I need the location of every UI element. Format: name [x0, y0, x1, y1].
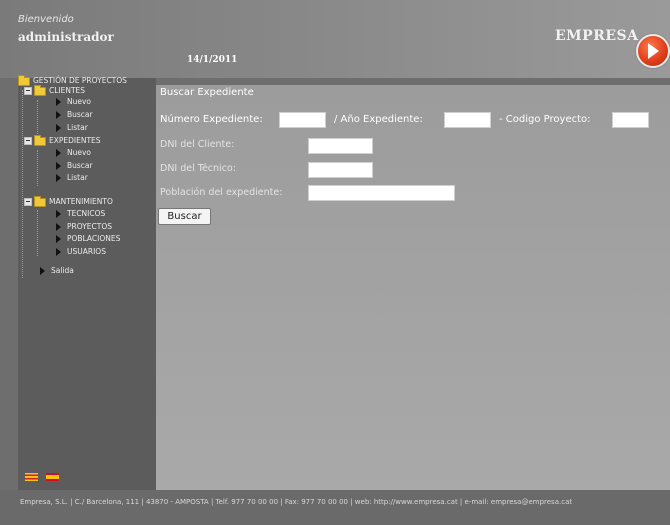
sidebar-item-poblaciones[interactable]: POBLACIONES — [56, 234, 120, 244]
sidebar-item-tecnicos[interactable]: TECNICOS — [56, 209, 105, 219]
arrow-right-icon — [56, 223, 61, 231]
codigo-proyecto-input[interactable] — [612, 112, 649, 128]
arrow-right-icon — [56, 111, 61, 119]
arrow-right-icon — [56, 174, 61, 182]
catalan-flag-icon[interactable] — [25, 473, 38, 481]
current-date: 14/1/2011 — [187, 55, 238, 65]
main-content: Buscar Expediente Número Expediente: / A… — [156, 85, 670, 490]
sidebar-item-label: EXPEDIENTES — [49, 136, 101, 145]
spanish-flag-icon[interactable] — [46, 473, 59, 481]
footer-text: Empresa, S.L. | C./ Barcelona, 111 | 438… — [20, 498, 573, 506]
tree-line — [37, 150, 38, 186]
sidebar-item-label: Listar — [67, 173, 88, 182]
sidebar-item-expedientes[interactable]: EXPEDIENTES — [24, 134, 101, 146]
tree-line — [22, 90, 23, 278]
collapse-icon[interactable] — [24, 87, 32, 95]
sidebar-item-label: Nuevo — [67, 97, 92, 106]
sidebar-item-label: Buscar — [67, 161, 93, 170]
sidebar-item-clientes[interactable]: CLIENTES — [24, 84, 86, 96]
sidebar-item-expedientes-nuevo[interactable]: Nuevo — [56, 148, 91, 158]
sidebar-item-expedientes-listar[interactable]: Listar — [56, 173, 88, 183]
page-title: Buscar Expediente — [160, 87, 254, 98]
sidebar-item-label: Salida — [51, 266, 74, 275]
sidebar-item-clientes-buscar[interactable]: Buscar — [56, 110, 93, 120]
arrow-right-icon — [56, 210, 61, 218]
sidebar-item-label: POBLACIONES — [67, 234, 121, 243]
arrow-right-icon — [56, 162, 61, 170]
dni-cliente-input[interactable] — [308, 138, 373, 154]
anio-expediente-input[interactable] — [444, 112, 491, 128]
sidebar-item-label: CLIENTES — [49, 86, 86, 95]
sidebar-item-mantenimiento[interactable]: MANTENIMIENTO — [24, 195, 113, 207]
sidebar-item-label: PROYECTOS — [67, 222, 113, 231]
sidebar-item-label: Listar — [67, 123, 88, 132]
sidebar-item-label: MANTENIMIENTO — [49, 197, 113, 206]
sidebar-item-proyectos[interactable]: PROYECTOS — [56, 222, 112, 232]
arrow-right-icon — [56, 124, 61, 132]
sidebar-item-label: Nuevo — [67, 148, 92, 157]
arrow-right-icon — [56, 248, 61, 256]
welcome-text: Bienvenido — [18, 14, 74, 25]
sidebar-item-label: USUARIOS — [67, 247, 106, 256]
buscar-button[interactable]: Buscar — [158, 208, 211, 225]
tree-line — [37, 210, 38, 256]
sidebar-item-clientes-listar[interactable]: Listar — [56, 123, 88, 133]
sidebar-item-clientes-nuevo[interactable]: Nuevo — [56, 97, 91, 107]
collapse-icon[interactable] — [24, 198, 32, 206]
footer: Empresa, S.L. | C./ Barcelona, 111 | 438… — [0, 490, 670, 525]
collapse-icon[interactable] — [24, 137, 32, 145]
poblacion-input[interactable] — [308, 185, 455, 201]
anio-expediente-label: / Año Expediente: — [334, 114, 423, 125]
tree-root-label: GESTIÓN DE PROYECTOS — [33, 76, 127, 85]
folder-icon — [34, 84, 46, 96]
sidebar-item-salida[interactable]: Salida — [40, 266, 74, 276]
arrow-right-icon — [56, 98, 61, 106]
sidebar-item-label: Buscar — [67, 110, 93, 119]
sidebar-item-usuarios[interactable]: USUARIOS — [56, 247, 106, 257]
folder-icon — [34, 195, 46, 207]
arrow-right-icon — [56, 149, 61, 157]
folder-icon — [34, 134, 46, 146]
brand-name: EMPRESA — [555, 28, 639, 44]
dni-tecnico-input[interactable] — [308, 162, 373, 178]
header: Bienvenido administrador 14/1/2011 EMPRE… — [0, 0, 670, 78]
poblacion-label: Población del expediente: — [160, 187, 283, 198]
sidebar-item-expedientes-buscar[interactable]: Buscar — [56, 161, 93, 171]
arrow-right-icon — [56, 235, 61, 243]
username: administrador — [18, 30, 114, 44]
arrow-circle-icon[interactable] — [636, 34, 670, 68]
numero-expediente-input[interactable] — [279, 112, 326, 128]
numero-expediente-label: Número Expediente: — [160, 114, 263, 125]
codigo-proyecto-label: - Codigo Proyecto: — [499, 114, 591, 125]
tree-line — [37, 100, 38, 136]
folder-icon — [18, 74, 30, 86]
dni-tecnico-label: DNI del Técnico: — [160, 163, 236, 174]
dni-cliente-label: DNI del Cliente: — [160, 139, 235, 150]
arrow-right-icon — [40, 267, 45, 275]
sidebar-item-label: TECNICOS — [67, 209, 106, 218]
